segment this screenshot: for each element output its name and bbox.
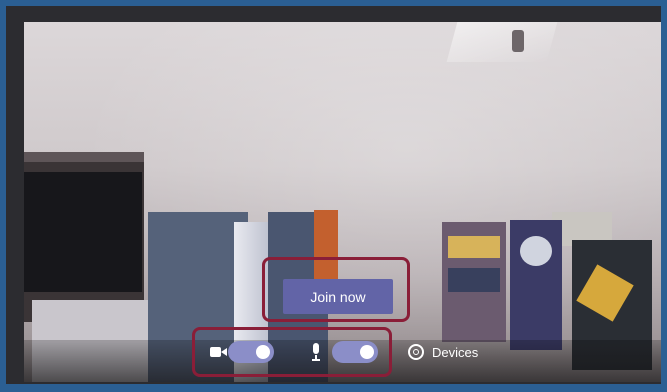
devices-label: Devices	[432, 344, 479, 360]
gear-icon	[408, 344, 424, 360]
preview-ceiling-fan	[446, 22, 558, 62]
toggles-highlight	[192, 327, 392, 377]
devices-button[interactable]: Devices	[408, 344, 478, 360]
preview-poster-1-car	[448, 268, 500, 292]
join-button-highlight	[262, 257, 410, 322]
devices-control: Devices	[408, 333, 478, 371]
preview-poster-2-logo	[520, 236, 552, 266]
preview-poster-1-banner	[448, 236, 500, 258]
preview-tv	[24, 172, 142, 292]
preview-shelf-top	[24, 152, 144, 162]
preview-fan-hub	[512, 30, 524, 52]
